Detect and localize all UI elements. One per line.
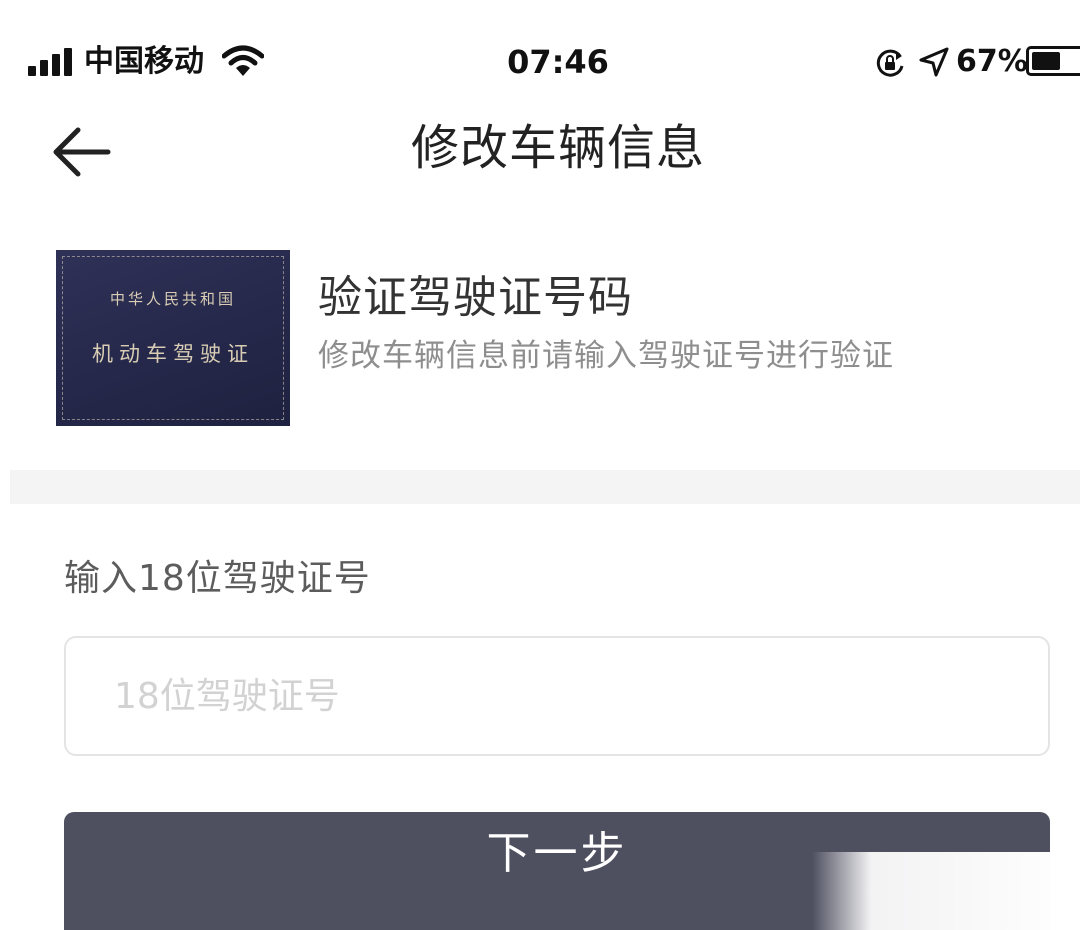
driver-license-image: 中华人民共和国 机动车驾驶证 (56, 250, 290, 426)
page-title: 修改车辆信息 (410, 120, 705, 176)
license-country-text: 中华人民共和国 (109, 290, 236, 308)
verify-subtitle: 修改车辆信息前请输入驾驶证号进行验证 (318, 338, 894, 374)
rotation-lock-icon (876, 49, 904, 77)
battery-percent: 67% (956, 44, 1028, 79)
location-icon (919, 47, 949, 77)
battery-level-fill (1032, 52, 1060, 70)
battery-icon (1026, 46, 1080, 76)
verify-license-screen: 中国移动 07:46 67% 修改车辆信息 中华人民共和国 机动车驾驶证 验证驾… (0, 0, 1080, 930)
watermark-overlay (812, 852, 1080, 930)
verify-title: 验证驾驶证号码 (318, 272, 633, 323)
status-bar: 中国移动 07:46 67% (0, 0, 1080, 120)
license-number-input[interactable] (64, 636, 1050, 756)
section-divider (10, 470, 1080, 504)
license-number-label: 输入18位驾驶证号 (64, 558, 371, 599)
license-type-text: 机动车驾驶证 (92, 342, 254, 366)
